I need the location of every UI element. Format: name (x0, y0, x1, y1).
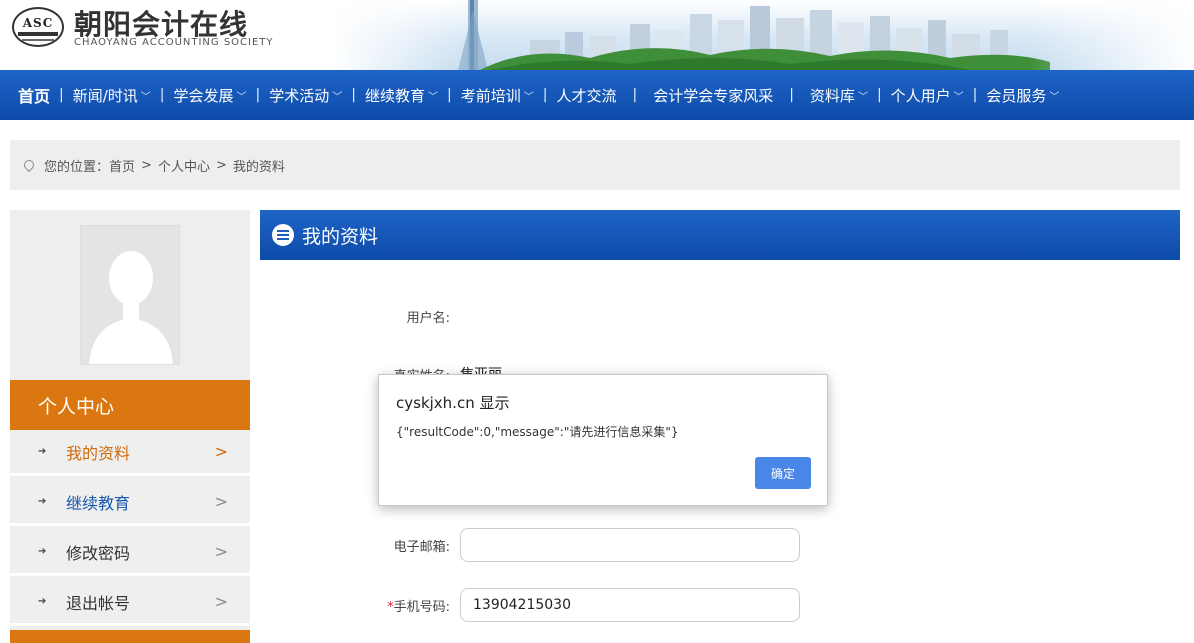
sidebar: 个人中心 ➔ 我的资料 > ➔ 继续教育 > ➔ 修改密码 > ➔ 退出帐号 > (10, 210, 250, 643)
arrow-right-icon: ➔ (38, 496, 47, 507)
nav-label: 考前培训 (460, 86, 521, 105)
breadcrumb: 您的位置： 首页 > 个人中心 > 我的资料 (10, 140, 1180, 190)
breadcrumb-personal-center-link[interactable]: 个人中心 (158, 156, 210, 175)
email-field[interactable] (460, 528, 800, 562)
nav-item-personal-user[interactable]: 个人用户 ﹀ (891, 85, 964, 106)
sidebar-item-my-profile[interactable]: ➔ 我的资料 > (10, 430, 250, 476)
nav-label: 学术活动 (269, 86, 330, 105)
username-label: 用户名: (406, 310, 450, 326)
breadcrumb-separator: > (141, 157, 152, 173)
phone-row: *手机号码: (260, 587, 1180, 623)
nav-separator: | (447, 87, 452, 103)
nav-item-academic[interactable]: 学术活动 ﹀ (269, 85, 342, 106)
chevron-down-icon: ﹀ (236, 91, 247, 103)
nav-separator: | (876, 87, 882, 103)
nav-label: 会计学会专家风采 (653, 86, 774, 105)
dialog-title: cyskjxh.cn 显示 (396, 394, 510, 412)
nav-separator: | (789, 87, 794, 103)
chevron-down-icon: ﹀ (523, 91, 534, 103)
nav-label: 人才交流 (556, 86, 617, 105)
nav-label: 个人用户 (890, 86, 951, 105)
main-nav: 首页 | 新闻/时讯 ﹀ | 学会发展 ﹀ | 学术活动 ﹀ | 继续教育 ﹀ | 考前… (0, 70, 1194, 120)
breadcrumb-separator: > (215, 157, 227, 173)
nav-label: 继续教育 (364, 86, 425, 105)
dialog-message: {"resultCode":0,"message":"请先进行信息采集"} (396, 425, 679, 439)
nav-item-experts[interactable]: 会计学会专家风采 (653, 85, 773, 106)
content-heading-bar: 我的资料 (260, 210, 1180, 260)
city-banner-image (330, 0, 1194, 70)
nav-label: 资料库 (809, 86, 855, 105)
nav-label: 学会发展 (173, 86, 234, 105)
nav-item-news[interactable]: 新闻/时讯 ﹀ (73, 85, 151, 106)
chevron-down-icon: ﹀ (1049, 91, 1060, 103)
chevron-right-icon: > (214, 492, 228, 511)
nav-item-library[interactable]: 资料库 ﹀ (810, 85, 868, 106)
site-subtitle: CHAOYANG ACCOUNTING SOCIETY (74, 37, 274, 48)
arrow-right-icon: ➔ (38, 596, 47, 607)
nav-separator: | (351, 87, 356, 103)
nav-item-continuing-education[interactable]: 继续教育 ﹀ (365, 85, 438, 106)
chevron-right-icon: > (214, 592, 228, 611)
breadcrumb-current: 我的资料 (232, 159, 285, 175)
nav-separator: | (255, 87, 261, 103)
breadcrumb-prefix: 您的位置： (44, 159, 110, 175)
phone-label-text: 手机号码: (393, 599, 450, 615)
nav-label: 会员服务 (986, 86, 1047, 105)
sidebar-heading: 个人中心 (10, 380, 250, 430)
phone-label: *手机号码: (260, 596, 460, 615)
site-header: ASC 朝阳会计在线 CHAOYANG ACCOUNTING SOCIETY (0, 0, 1194, 70)
phone-field[interactable] (460, 588, 800, 622)
email-label: 电子邮箱: (393, 539, 450, 555)
user-silhouette-icon (81, 226, 179, 364)
chevron-right-icon: > (214, 542, 228, 561)
arrow-right-icon: ➔ (38, 446, 47, 457)
nav-separator: | (632, 87, 638, 103)
email-row: 电子邮箱: (260, 527, 1180, 563)
nav-separator: | (972, 87, 978, 103)
nav-item-home[interactable]: 首页 (18, 83, 50, 107)
sidebar-item-label: 我的资料 (66, 443, 131, 463)
list-icon (272, 224, 294, 246)
sidebar-item-label: 退出帐号 (66, 593, 131, 613)
sidebar-item-label: 修改密码 (66, 543, 131, 563)
chevron-right-icon: > (214, 442, 228, 461)
chevron-down-icon: ﹀ (140, 91, 151, 103)
nav-label: 新闻/时讯 (72, 86, 138, 105)
location-pin-icon (21, 157, 37, 173)
chevron-down-icon: ﹀ (332, 91, 343, 103)
nav-separator: | (542, 87, 548, 103)
chevron-down-icon: ﹀ (953, 91, 964, 103)
nav-item-exam-training[interactable]: 考前培训 ﹀ (461, 85, 534, 106)
logo-badge-text: ASC (22, 16, 54, 30)
page-title: 我的资料 (302, 225, 379, 248)
chevron-down-icon: ﹀ (428, 91, 438, 103)
nav-item-development[interactable]: 学会发展 ﹀ (174, 85, 247, 106)
sidebar-item-logout[interactable]: ➔ 退出帐号 > (10, 580, 250, 626)
avatar (80, 225, 180, 365)
sidebar-item-label: 继续教育 (66, 493, 131, 513)
username-row: 用户名: (260, 298, 1180, 334)
sidebar-item-continuing-education[interactable]: ➔ 继续教育 > (10, 480, 250, 526)
nav-separator: | (59, 87, 64, 103)
dialog-ok-button[interactable]: 确定 (755, 457, 811, 489)
chevron-down-icon: ﹀ (857, 91, 868, 103)
sidebar-item-change-password[interactable]: ➔ 修改密码 > (10, 530, 250, 576)
nav-separator: | (159, 87, 165, 103)
breadcrumb-home-link[interactable]: 首页 (109, 156, 135, 175)
nav-label: 首页 (18, 87, 51, 106)
site-logo-icon[interactable]: ASC (12, 7, 64, 47)
alert-dialog: cyskjxh.cn 显示 {"resultCode":0,"message":… (378, 374, 828, 506)
nav-item-talent[interactable]: 人才交流 (556, 85, 616, 106)
arrow-right-icon: ➔ (38, 546, 47, 557)
nav-item-member-service[interactable]: 会员服务 ﹀ (986, 85, 1059, 106)
sidebar-footer-bar (10, 630, 250, 643)
